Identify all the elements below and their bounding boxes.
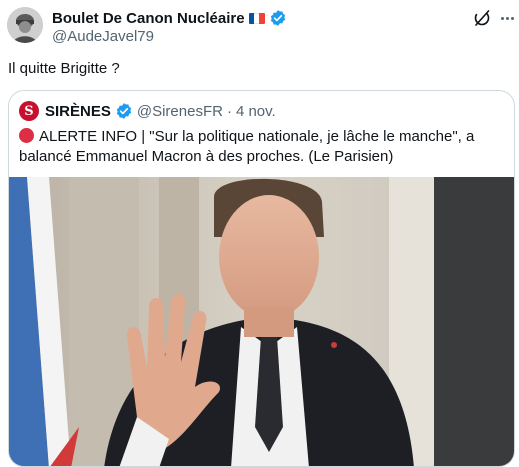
author-name-line: Boulet De Canon Nucléaire	[52, 9, 287, 27]
quoted-photo[interactable]	[9, 177, 514, 466]
author-handle[interactable]: @AudeJavel79	[52, 28, 154, 45]
quoted-text-block: ALERTE INFO | "Sur la politique national…	[19, 127, 507, 167]
quoted-header: S SIRÈNES @SirenesFR · 4 nov.	[19, 101, 276, 121]
quoted-tweet-card[interactable]: S SIRÈNES @SirenesFR · 4 nov. ALERTE INF…	[8, 90, 515, 467]
quoted-text: ALERTE INFO | "Sur la politique national…	[19, 128, 475, 165]
author-avatar[interactable]	[7, 7, 43, 43]
grok-icon[interactable]	[472, 8, 492, 28]
more-options-icon[interactable]	[497, 8, 517, 28]
helmeted-figure-avatar-icon	[7, 7, 43, 43]
man-waving-photo-icon	[9, 177, 514, 466]
separator-dot: ·	[226, 102, 232, 120]
verified-badge-icon	[115, 102, 133, 120]
quoted-display-name[interactable]: SIRÈNES	[45, 103, 111, 120]
quoted-avatar[interactable]: S	[19, 101, 39, 121]
verified-badge-icon	[269, 9, 287, 27]
tweet-text: Il quitte Brigitte ?	[8, 60, 120, 77]
quoted-date[interactable]: 4 nov.	[236, 103, 276, 120]
france-flag-icon	[248, 12, 265, 24]
red-circle-icon	[19, 128, 34, 143]
tweet[interactable]: Boulet De Canon Nucléaire @AudeJavel79 I…	[0, 0, 519, 467]
author-display-name[interactable]: Boulet De Canon Nucléaire	[52, 10, 245, 27]
quoted-handle[interactable]: @SirenesFR	[137, 103, 223, 120]
